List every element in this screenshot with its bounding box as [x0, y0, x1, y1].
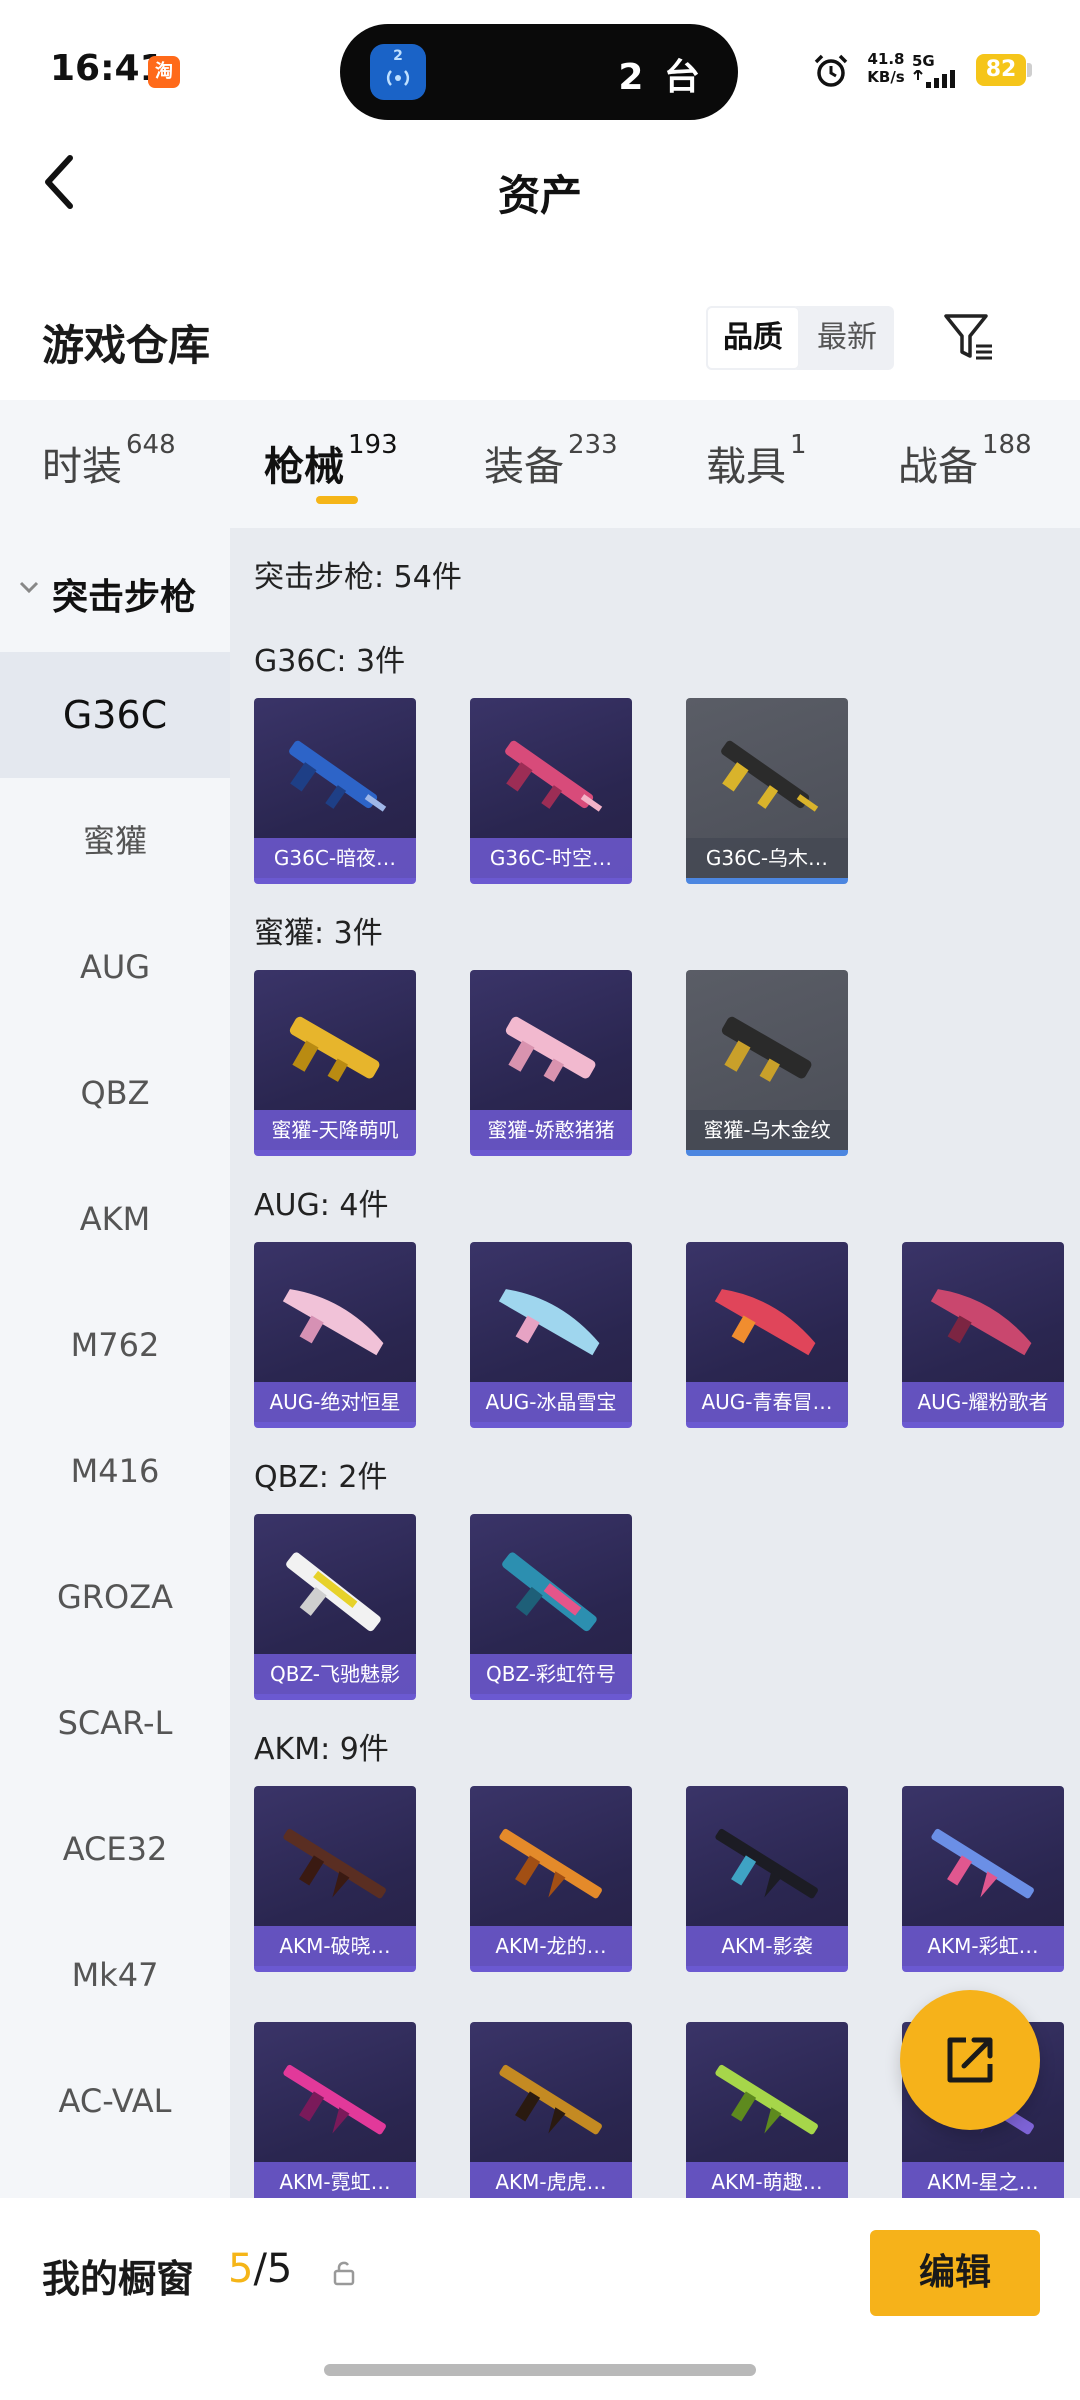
section-head-qbz: QBZ: 2件: [254, 1460, 388, 1495]
section-head-g36c: G36C: 3件: [254, 644, 406, 679]
tab-equipment[interactable]: 装备 233: [484, 430, 618, 492]
edit-button[interactable]: 编辑: [870, 2230, 1040, 2316]
weapon-card[interactable]: QBZ-飞驰魅影: [254, 1514, 416, 1700]
weapon-card[interactable]: G36C-时空…: [470, 698, 632, 884]
page-title: 资产: [497, 171, 582, 220]
rifle-skin-icon: [715, 1828, 818, 1899]
sidebar-item-m416[interactable]: M416: [0, 1408, 230, 1534]
rifle-skin-icon: [714, 1289, 816, 1356]
active-tab-indicator: [316, 496, 358, 504]
sidebar-item-qbz[interactable]: QBZ: [0, 1030, 230, 1156]
rifle-skin-icon: [721, 740, 819, 812]
weapon-card[interactable]: AKM-影袭: [686, 1786, 848, 1972]
battery-tip: [1027, 63, 1032, 77]
weapon-card[interactable]: G36C-乌木…: [686, 698, 848, 884]
sidebar-group-assault-rifle[interactable]: 突击步枪: [0, 558, 230, 628]
sidebar-item-g36c[interactable]: G36C: [0, 652, 230, 778]
home-indicator[interactable]: [324, 2364, 756, 2376]
sidebar-item-aug[interactable]: AUG: [0, 904, 230, 1030]
warehouse-row: 游戏仓库 品质 最新: [0, 290, 1080, 400]
tab-supplies[interactable]: 战备 188: [898, 430, 1032, 492]
rifle-skin-icon: [282, 1289, 384, 1356]
rifle-skin-icon: [283, 2064, 386, 2135]
section-head-akm: AKM: 9件: [254, 1732, 389, 1767]
rifle-skin-icon: [498, 1289, 600, 1356]
weapon-card[interactable]: AUG-绝对恒星: [254, 1242, 416, 1428]
weapon-card[interactable]: AKM-破晓…: [254, 1786, 416, 1972]
weapon-card[interactable]: AKM-萌趣…: [686, 2022, 848, 2198]
rifle-skin-icon: [499, 1828, 602, 1899]
dynamic-island[interactable]: 2 2 台: [340, 24, 738, 120]
showcase-bar: 我的橱窗 5/5 编辑: [0, 2198, 1080, 2346]
broadcast-icon: [386, 70, 410, 86]
showcase-count: 5/5: [228, 2246, 293, 2292]
page-header: 资产: [0, 140, 1080, 230]
weapon-card[interactable]: 蜜獾-乌木金纹: [686, 970, 848, 1156]
sidebar-item-scar-l[interactable]: SCAR-L: [0, 1660, 230, 1786]
app-notification-icon: 淘: [148, 56, 180, 88]
weapon-card[interactable]: QBZ-彩虹符号: [470, 1514, 632, 1700]
weapon-card[interactable]: AKM-虎虎…: [470, 2022, 632, 2198]
rifle-skin-icon: [283, 1828, 386, 1899]
island-device-count: 2 台: [618, 57, 704, 98]
weapon-card[interactable]: AUG-冰晶雪宝: [470, 1242, 632, 1428]
sort-newest-button[interactable]: 最新: [800, 306, 894, 370]
rifle-skin-icon: [505, 740, 603, 812]
rifle-skin-icon: [289, 1016, 380, 1082]
tab-fashion[interactable]: 时装 648: [42, 430, 176, 492]
net-speed: 41.8 KB/s: [867, 50, 905, 86]
section-head-honey-badger: 蜜獾: 3件: [254, 916, 383, 951]
sidebar-item-honey-badger[interactable]: 蜜獾: [0, 778, 230, 904]
rifle-skin-icon: [286, 1552, 381, 1632]
rifle-skin-icon: [721, 1016, 812, 1082]
category-summary: 突击步枪: 54件: [254, 560, 462, 595]
category-tabs: 时装 648 枪械 193 装备 233 载具 1 战备 188: [0, 400, 1080, 528]
weapon-card[interactable]: 蜜獾-天降萌叽: [254, 970, 416, 1156]
tab-vehicles[interactable]: 载具 1: [706, 430, 807, 492]
sidebar-item-groza[interactable]: GROZA: [0, 1534, 230, 1660]
showcase-label: 我的橱窗: [42, 2257, 195, 2301]
chevron-down-icon: [19, 581, 39, 594]
weapon-sidebar: 突击步枪 G36C 蜜獾 AUG QBZ AKM M762 M416 GROZA…: [0, 528, 230, 2198]
sidebar-item-akm[interactable]: AKM: [0, 1156, 230, 1282]
weapon-card[interactable]: G36C-暗夜…: [254, 698, 416, 884]
rifle-skin-icon: [931, 1828, 1034, 1899]
tab-firearms[interactable]: 枪械 193: [264, 430, 398, 492]
filter-icon[interactable]: [940, 310, 996, 366]
sort-quality-button[interactable]: 品质: [706, 306, 800, 370]
sidebar-item-m762[interactable]: M762: [0, 1282, 230, 1408]
sidebar-item-ace32[interactable]: ACE32: [0, 1786, 230, 1912]
rifle-skin-icon: [715, 2064, 818, 2135]
status-bar: 16:41 淘 2 2 台 41.8 KB/s 5G 82: [0, 0, 1080, 140]
share-icon: [947, 2037, 993, 2083]
share-fab-button[interactable]: [900, 1990, 1040, 2130]
rifle-skin-icon: [505, 1016, 596, 1082]
cast-app-icon: 2: [370, 44, 426, 100]
sidebar-item-ac-val[interactable]: AC-VAL: [0, 2038, 230, 2164]
alarm-icon: [814, 54, 848, 87]
weapon-card[interactable]: 蜜獾-娇憨猪猪: [470, 970, 632, 1156]
lock-icon: [333, 2261, 355, 2286]
sidebar-item-mk47[interactable]: Mk47: [0, 1912, 230, 2038]
rifle-skin-icon: [502, 1552, 597, 1632]
warehouse-title: 游戏仓库: [42, 321, 211, 370]
battery-indicator: 82: [976, 54, 1026, 86]
weapon-card[interactable]: AKM-彩虹…: [902, 1786, 1064, 1972]
weapon-grid: 突击步枪: 54件 G36C: 3件 G36C-暗夜… G36C-时空… G36…: [230, 528, 1080, 2198]
weapon-card[interactable]: AUG-耀粉歌者: [902, 1242, 1064, 1428]
section-head-aug: AUG: 4件: [254, 1188, 389, 1223]
sort-toggle: 品质 最新: [706, 306, 894, 370]
rifle-skin-icon: [499, 2064, 602, 2135]
weapon-card[interactable]: AKM-龙的…: [470, 1786, 632, 1972]
signal-icon: 5G: [912, 52, 962, 88]
weapon-card[interactable]: AUG-青春冒…: [686, 1242, 848, 1428]
weapon-card[interactable]: AKM-霓虹…: [254, 2022, 416, 2198]
rifle-skin-icon: [289, 740, 387, 812]
rifle-skin-icon: [930, 1289, 1032, 1356]
